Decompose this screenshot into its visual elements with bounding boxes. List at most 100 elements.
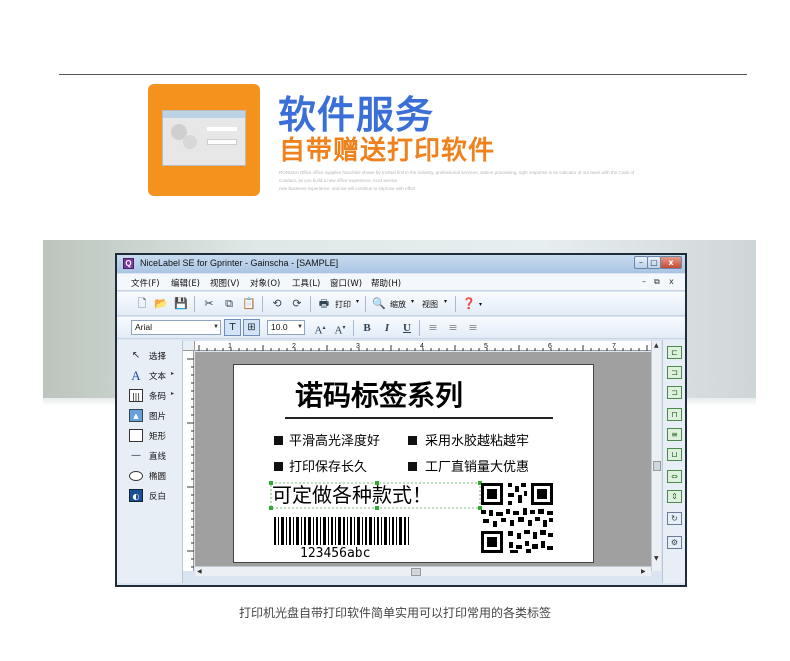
- scroll-up-icon[interactable]: ▲: [654, 342, 659, 349]
- distribute-vertical-icon[interactable]: ⇕: [667, 490, 682, 503]
- text-fit-icon[interactable]: ⊞: [243, 319, 260, 336]
- design-canvas[interactable]: 诺码标签系列 平滑高光泽度好 采用水胶越粘越牢 打印保存长久 工厂直销量大优惠 …: [195, 352, 651, 566]
- mdi-minimize-button[interactable]: –: [642, 277, 646, 286]
- vertical-ruler: [183, 351, 194, 571]
- grow-font-icon[interactable]: A▴: [312, 320, 328, 337]
- menu-file[interactable]: 文件(F): [131, 277, 160, 289]
- font-name-value: Arial: [135, 322, 153, 332]
- chevron-down-icon[interactable]: ▾: [479, 301, 482, 308]
- app-icon: Q: [123, 258, 134, 269]
- copy-icon[interactable]: ⧉: [221, 296, 237, 312]
- shrink-font-icon[interactable]: A▾: [332, 320, 348, 337]
- tool-select[interactable]: ↖ 选择: [121, 348, 181, 364]
- font-name-select[interactable]: Arial ▼: [131, 320, 221, 335]
- title-bar[interactable]: Q NiceLabel SE for Gprinter - Gainscha -…: [117, 255, 685, 273]
- chevron-down-icon: ▼: [297, 324, 303, 330]
- menu-object[interactable]: 对象(O): [250, 277, 280, 289]
- promo-subheadline: 自带赠送打印软件: [279, 136, 496, 166]
- scroll-left-icon[interactable]: ◀: [197, 568, 202, 575]
- save-icon[interactable]: 💾: [173, 296, 189, 312]
- align-right-icon[interactable]: ≡: [465, 320, 481, 336]
- align-bottom-edges-icon[interactable]: ⊔: [667, 448, 682, 461]
- label-feature-3[interactable]: 打印保存长久: [289, 460, 367, 475]
- label-preview[interactable]: 诺码标签系列 平滑高光泽度好 采用水胶越粘越牢 打印保存长久 工厂直销量大优惠 …: [233, 364, 594, 563]
- menu-edit[interactable]: 编辑(E): [171, 277, 200, 289]
- properties-icon[interactable]: ⚙: [667, 536, 682, 549]
- tool-rectangle[interactable]: 矩形: [121, 428, 181, 444]
- label-slogan[interactable]: 可定做各种款式！: [272, 483, 432, 507]
- align-left-edges-icon[interactable]: ⊏: [667, 346, 682, 359]
- chevron-down-icon[interactable]: ▾: [444, 298, 447, 305]
- tool-ellipse[interactable]: 椭圆: [121, 468, 181, 484]
- close-button[interactable]: x: [660, 256, 682, 269]
- align-center-icon[interactable]: ≡: [445, 320, 461, 336]
- tool-barcode[interactable]: ||| 条码 ▸: [121, 388, 181, 404]
- menu-tools[interactable]: 工具(L): [292, 277, 320, 289]
- ruler-label: 7: [612, 343, 616, 350]
- italic-icon[interactable]: I: [379, 320, 395, 336]
- bullet-square-icon: [408, 436, 417, 445]
- tool-inverse[interactable]: ◐ 反白: [121, 488, 181, 504]
- fine-print-line: Conduct, as you build a new office exper…: [279, 178, 398, 183]
- horizontal-ruler: 1 2 3 4 5 6 7: [195, 341, 661, 351]
- label-feature-4[interactable]: 工厂直销量大优惠: [425, 460, 529, 475]
- align-left-icon[interactable]: ≡: [425, 320, 441, 336]
- open-folder-icon[interactable]: 📂: [153, 296, 169, 312]
- paste-icon[interactable]: 📋: [241, 296, 257, 312]
- qr-code[interactable]: [481, 483, 553, 553]
- chevron-down-icon[interactable]: ▾: [356, 298, 359, 305]
- scroll-thumb[interactable]: [653, 461, 661, 471]
- menu-view[interactable]: 视图(V): [210, 277, 239, 289]
- tool-picture[interactable]: ▲ 图片: [121, 408, 181, 424]
- barcode[interactable]: [274, 517, 409, 545]
- menu-window[interactable]: 窗口(W): [330, 277, 362, 289]
- bullet-square-icon: [408, 462, 417, 471]
- fine-print-line: new business experience, and we will con…: [279, 186, 416, 191]
- menu-help[interactable]: 帮助(H): [371, 277, 401, 289]
- printer-icon[interactable]: 🖶: [316, 296, 332, 312]
- maximize-button[interactable]: ▢: [647, 256, 661, 269]
- label-title[interactable]: 诺码标签系列: [295, 379, 463, 412]
- tool-text[interactable]: A 文本 ▸: [121, 368, 181, 384]
- ruler-label: 3: [356, 343, 360, 350]
- print-button-label[interactable]: 打印: [335, 299, 351, 310]
- rectangle-icon: [129, 429, 143, 442]
- bold-icon[interactable]: B: [359, 320, 375, 336]
- mdi-close-button[interactable]: x: [669, 277, 674, 286]
- vertical-scrollbar[interactable]: ▲ ▼: [651, 341, 661, 571]
- align-vertical-center-icon[interactable]: ≡: [667, 428, 682, 441]
- alignment-panel: ⊏ ⊐ ⊐ ⊓ ≡ ⊔ ⇔ ⇕ ↻ ⚙: [662, 340, 685, 583]
- underline-icon[interactable]: U: [399, 320, 415, 336]
- chevron-down-icon[interactable]: ▾: [411, 298, 414, 305]
- scroll-thumb[interactable]: [411, 568, 421, 576]
- chevron-right-icon: ▸: [171, 370, 175, 377]
- label-feature-1[interactable]: 平滑高光泽度好: [289, 433, 380, 449]
- zoom-button-label[interactable]: 缩放: [390, 299, 406, 310]
- new-file-icon[interactable]: 🗋: [134, 296, 150, 312]
- text-wrap-icon[interactable]: T: [224, 319, 241, 336]
- help-icon[interactable]: ❓: [461, 296, 477, 312]
- top-divider: [59, 74, 747, 75]
- mdi-restore-button[interactable]: ⧉: [654, 277, 660, 287]
- minimize-button[interactable]: –: [634, 256, 648, 269]
- redo-icon[interactable]: ⟳: [289, 296, 305, 312]
- scroll-right-icon[interactable]: ▶: [641, 568, 646, 575]
- inverse-icon: ◐: [129, 489, 143, 502]
- barcode-icon: |||: [129, 389, 143, 402]
- undo-icon[interactable]: ⟲: [269, 296, 285, 312]
- label-feature-2[interactable]: 采用水胶越粘越牢: [425, 433, 529, 449]
- tool-line[interactable]: — 直线: [121, 448, 181, 464]
- horizontal-scrollbar[interactable]: ◀ ▶: [195, 566, 651, 576]
- chevron-down-icon: ▼: [213, 324, 219, 330]
- cut-icon[interactable]: ✂: [201, 296, 217, 312]
- text-icon: A: [131, 368, 141, 383]
- align-right-edges-icon[interactable]: ⊐: [667, 386, 682, 399]
- font-size-select[interactable]: 10.0 ▼: [267, 320, 305, 335]
- align-horizontal-center-icon[interactable]: ⊐: [667, 366, 682, 379]
- distribute-horizontal-icon[interactable]: ⇔: [667, 470, 682, 483]
- scroll-down-icon[interactable]: ▼: [654, 555, 659, 562]
- rotate-icon[interactable]: ↻: [667, 512, 682, 525]
- zoom-icon[interactable]: 🔍: [371, 296, 387, 312]
- view-button-label[interactable]: 视图: [422, 299, 438, 310]
- align-top-edges-icon[interactable]: ⊓: [667, 408, 682, 421]
